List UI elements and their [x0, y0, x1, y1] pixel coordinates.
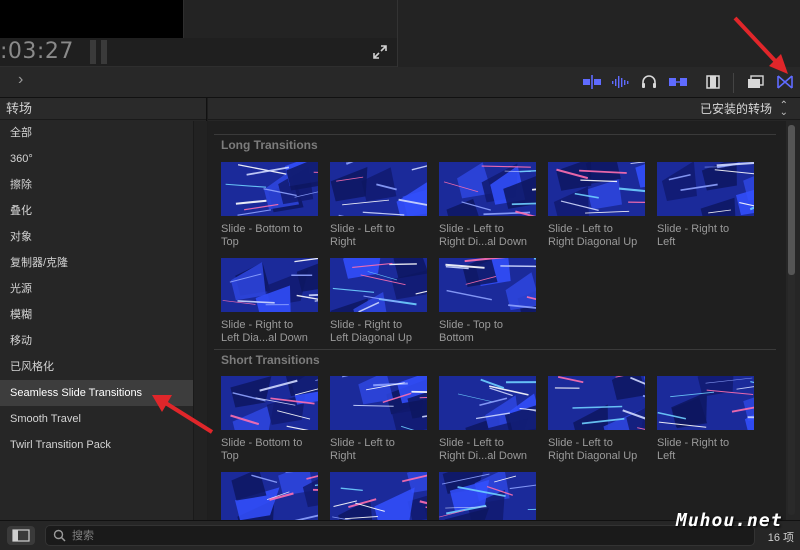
- timeline-toolbar: ›: [0, 67, 800, 98]
- pause-icon[interactable]: [90, 40, 108, 64]
- transition-label: Slide - Right to Left Diagonal Up: [330, 319, 412, 344]
- category-item-lights[interactable]: 光源: [0, 276, 193, 302]
- scrollbar-thumb[interactable]: [788, 125, 795, 275]
- transition-tile[interactable]: Slide - Top to Bottom: [439, 258, 536, 345]
- audio-waveform-icon[interactable]: [610, 74, 630, 90]
- transition-label: Slide - Left to Right: [330, 223, 395, 248]
- transitions-browser-icon[interactable]: [775, 74, 795, 90]
- transition-thumbnail: [439, 258, 536, 312]
- transition-label: Slide - Bottom to Top: [221, 437, 303, 462]
- video-clips-icon[interactable]: [703, 74, 723, 90]
- transition-thumbnail: [221, 376, 318, 430]
- transition-thumbnail: [221, 162, 318, 216]
- snapping-icon[interactable]: [668, 74, 688, 90]
- transition-tile[interactable]: [330, 472, 427, 520]
- transition-thumbnail: [221, 472, 318, 520]
- transition-thumbnail: [330, 376, 427, 430]
- browser-scrollbar[interactable]: [788, 125, 795, 515]
- toolbar-divider: [733, 73, 734, 93]
- transition-tile[interactable]: Slide - Bottom to Top: [221, 376, 318, 463]
- transition-thumbnail: [330, 472, 427, 520]
- transition-tile[interactable]: Slide - Left to Right Di...al Down: [439, 376, 536, 463]
- category-item-blurs[interactable]: 模糊: [0, 302, 193, 328]
- transition-thumbnail: [330, 258, 427, 312]
- transition-tile[interactable]: Slide - Left to Right: [330, 162, 427, 249]
- transition-tile[interactable]: Slide - Left to Right Diagonal Up: [548, 162, 645, 249]
- sidebar-toggle-button[interactable]: [7, 526, 35, 545]
- category-item-objects[interactable]: 对象: [0, 224, 193, 250]
- sidebar-title: 转场: [0, 98, 206, 120]
- transition-thumbnail: [657, 162, 754, 216]
- transition-thumbnail: [548, 162, 645, 216]
- transition-thumbnail: [657, 376, 754, 430]
- category-item-stylized[interactable]: 已风格化: [0, 354, 193, 380]
- transition-tile[interactable]: [439, 472, 536, 520]
- sidebar-icon: [12, 529, 30, 542]
- photos-icon[interactable]: [746, 74, 766, 90]
- transition-label: Slide - Left to Right Di...al Down: [439, 437, 528, 462]
- transition-tile[interactable]: Slide - Right to Left: [657, 376, 754, 463]
- category-item-movements[interactable]: 移动: [0, 328, 193, 354]
- transition-thumbnail: [439, 162, 536, 216]
- category-item-smooth-travel[interactable]: Smooth Travel: [0, 406, 193, 432]
- transition-thumbnail: [439, 472, 536, 520]
- transition-label: Slide - Right to Left Dia...al Down: [221, 319, 308, 344]
- transition-label: Slide - Left to Right Diagonal Up: [548, 223, 638, 248]
- chevron-right-icon[interactable]: ›: [18, 71, 23, 89]
- transition-tile[interactable]: Slide - Bottom to Top: [221, 162, 318, 249]
- transitions-grid: Long Transitions Slide - Bottom to Top Sl…: [208, 121, 786, 520]
- installed-filter-dropdown[interactable]: 已安装的转场: [700, 98, 772, 120]
- search-field[interactable]: [45, 525, 755, 546]
- transition-tile[interactable]: Slide - Left to Right Di...al Down: [439, 162, 536, 249]
- search-icon: [53, 529, 66, 542]
- category-list: 全部 360° 擦除 叠化 对象 复制器/克隆 光源 模糊 移动 已风格化 Se…: [0, 120, 193, 458]
- category-item-seamless-slide[interactable]: Seamless Slide Transitions: [0, 380, 193, 406]
- item-count: 16 项: [767, 532, 794, 544]
- category-item-replicator[interactable]: 复制器/克隆: [0, 250, 193, 276]
- transition-thumbnail: [548, 376, 645, 430]
- timecode-bar: :03:27: [0, 38, 800, 67]
- section-title-long: Long Transitions: [221, 138, 318, 152]
- transition-tile[interactable]: Slide - Right to Left Dia...al Down: [221, 258, 318, 345]
- section-title-short: Short Transitions: [221, 353, 320, 367]
- category-item-wipes[interactable]: 擦除: [0, 172, 193, 198]
- transition-tile[interactable]: Slide - Left to Right Diagonal Up: [548, 376, 645, 463]
- category-item-360[interactable]: 360°: [0, 146, 193, 172]
- section-divider: [214, 134, 776, 135]
- category-item-dissolves[interactable]: 叠化: [0, 198, 193, 224]
- watermark-text: Muhou.net: [676, 510, 783, 531]
- transition-label: Slide - Bottom to Top: [221, 223, 303, 248]
- transition-thumbnail: [439, 376, 536, 430]
- headphones-icon[interactable]: [639, 74, 659, 90]
- transition-thumbnail: [221, 258, 318, 312]
- transition-label: Slide - Left to Right: [330, 437, 395, 462]
- transition-label: Slide - Left to Right Di...al Down: [439, 223, 528, 248]
- updown-chevron-icon[interactable]: ⌃ ⌄: [780, 101, 788, 118]
- sidebar-scrollbar[interactable]: [193, 121, 207, 520]
- inspector-area: [183, 0, 800, 67]
- transition-tile[interactable]: [221, 472, 318, 520]
- clip-blade-icon[interactable]: [582, 74, 602, 90]
- category-item-all[interactable]: 全部: [0, 120, 193, 146]
- transition-label: Slide - Left to Right Diagonal Up: [548, 437, 638, 462]
- section-divider: [214, 349, 776, 350]
- inspector-header: [397, 38, 800, 67]
- viewer-area: [0, 0, 183, 38]
- final-cut-window: :03:27 › 转场 全部 360° 擦除 叠化 对象 复制器/克隆 光源 模…: [0, 0, 800, 550]
- transitions-sidebar: 转场 全部 360° 擦除 叠化 对象 复制器/克隆 光源 模糊 移动 已风格化…: [0, 98, 207, 520]
- transition-thumbnail: [330, 162, 427, 216]
- timecode-display: :03:27: [0, 39, 74, 64]
- transitions-browser: 已安装的转场 ⌃ ⌄ Long Transitions Slide - Botto…: [208, 98, 800, 520]
- transition-tile[interactable]: Slide - Left to Right: [330, 376, 427, 463]
- transition-label: Slide - Right to Left: [657, 437, 730, 462]
- fullscreen-icon[interactable]: [372, 44, 388, 60]
- transition-label: Slide - Top to Bottom: [439, 319, 504, 344]
- category-item-twirl-pack[interactable]: Twirl Transition Pack: [0, 432, 193, 458]
- transition-label: Slide - Right to Left: [657, 223, 730, 248]
- transition-tile[interactable]: Slide - Right to Left Diagonal Up: [330, 258, 427, 345]
- search-input[interactable]: [72, 527, 722, 545]
- browser-header: 已安装的转场 ⌃ ⌄: [208, 98, 800, 120]
- transition-tile[interactable]: Slide - Right to Left: [657, 162, 754, 249]
